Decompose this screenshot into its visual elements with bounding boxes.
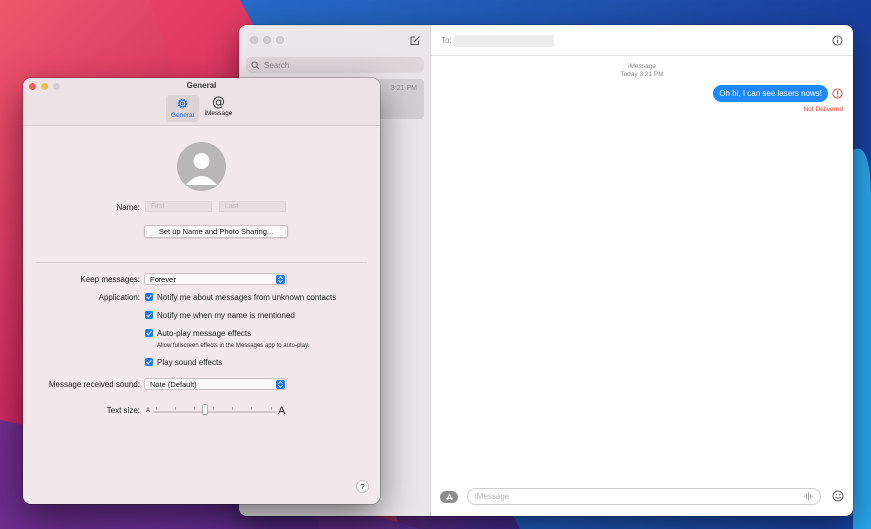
slider-tick <box>156 407 157 410</box>
sound-effects-checkbox[interactable] <box>145 358 153 366</box>
audio-wave-icon[interactable] <box>803 491 814 502</box>
setup-name-sharing-button[interactable]: Set up Name and Photo Sharing... <box>144 225 288 238</box>
gear-icon <box>177 98 188 109</box>
conversation-header: To: <box>431 25 853 56</box>
tab-label: General <box>170 112 195 119</box>
zoom-button[interactable] <box>276 36 284 44</box>
keep-messages-value: Forever <box>150 275 176 284</box>
tab-imessage[interactable]: @ iMessage <box>202 95 235 122</box>
unknown-contacts-label: Notify me about messages from unknown co… <box>157 293 337 302</box>
slider-tick <box>175 407 176 410</box>
preferences-toolbar: General General @ iMessage <box>23 78 380 126</box>
received-sound-select[interactable]: Note (Default) <box>144 378 287 390</box>
chevron-updown-icon <box>276 275 285 284</box>
slider-tick <box>194 407 195 410</box>
chevron-updown-icon <box>276 380 285 389</box>
avatar[interactable] <box>177 142 226 191</box>
keep-messages-select[interactable]: Forever <box>144 273 287 285</box>
info-icon[interactable] <box>832 35 843 46</box>
checkmark-icon <box>146 312 152 318</box>
first-name-field[interactable]: First <box>145 201 212 212</box>
slider-tick <box>232 407 233 410</box>
search-input[interactable]: Search <box>246 57 424 73</box>
autoplay-effects-label: Auto-play message effects <box>157 329 252 338</box>
error-icon[interactable] <box>832 88 843 99</box>
slider-tick <box>213 407 214 410</box>
text-size-slider[interactable] <box>153 411 275 413</box>
last-name-field[interactable]: Last <box>219 201 286 212</box>
emoji-icon[interactable] <box>832 490 844 502</box>
help-button[interactable]: ? <box>356 480 369 493</box>
minimize-button[interactable] <box>263 36 271 44</box>
slider-tick <box>271 407 272 410</box>
search-placeholder: Search <box>264 60 290 70</box>
text-size-label: Text size: <box>106 406 140 415</box>
sent-message-bubble[interactable]: Oh hi, I can see lasers nows! <box>713 85 828 102</box>
keep-messages-label: Keep messages: <box>80 275 140 284</box>
compose-icon[interactable] <box>409 34 421 46</box>
sound-effects-label: Play sound effects <box>157 358 223 367</box>
received-sound-value: Note (Default) <box>150 380 197 389</box>
slider-tick <box>251 407 252 410</box>
text-size-small-icon: A <box>146 408 151 414</box>
checkmark-icon <box>146 294 152 300</box>
recipient-field[interactable] <box>454 35 554 47</box>
at-sign-icon: @ <box>212 95 225 110</box>
message-input[interactable]: iMessage <box>467 488 821 505</box>
search-icon <box>251 60 260 69</box>
unknown-contacts-checkbox[interactable] <box>145 293 153 301</box>
tab-label: iMessage <box>204 110 233 117</box>
divider <box>36 262 367 263</box>
conversation-time: 3:21 PM <box>390 85 417 92</box>
message-timestamp: Today 3:21 PM <box>620 71 664 78</box>
tab-general[interactable]: General <box>166 95 199 122</box>
service-label: iMessage <box>628 63 656 70</box>
name-mentioned-label: Notify me when my name is mentioned <box>157 311 295 320</box>
delivery-status: Not Delivered <box>803 106 843 113</box>
text-size-large-icon: A <box>278 405 286 417</box>
preferences-window: General General @ iMessage Name: First L… <box>23 78 380 504</box>
name-mentioned-checkbox[interactable] <box>145 311 153 319</box>
received-sound-label: Message received sound: <box>48 380 140 389</box>
to-label: To: <box>441 36 452 45</box>
close-button[interactable] <box>250 36 258 44</box>
text-size-slider-thumb[interactable] <box>202 404 209 415</box>
application-label: Application: <box>98 293 140 302</box>
name-label: Name: <box>116 203 140 212</box>
app-store-icon[interactable] <box>440 491 458 503</box>
window-title: General <box>186 81 217 90</box>
checkmark-icon <box>146 359 152 365</box>
autoplay-effects-hint: Allow fullscreen effects in the Messages… <box>157 343 310 349</box>
checkmark-icon <box>146 330 152 336</box>
message-input-placeholder: iMessage <box>475 492 510 501</box>
autoplay-effects-checkbox[interactable] <box>145 329 153 337</box>
conversation-pane: To: iMessage Today 3:21 PM Oh hi, I can … <box>431 25 853 516</box>
